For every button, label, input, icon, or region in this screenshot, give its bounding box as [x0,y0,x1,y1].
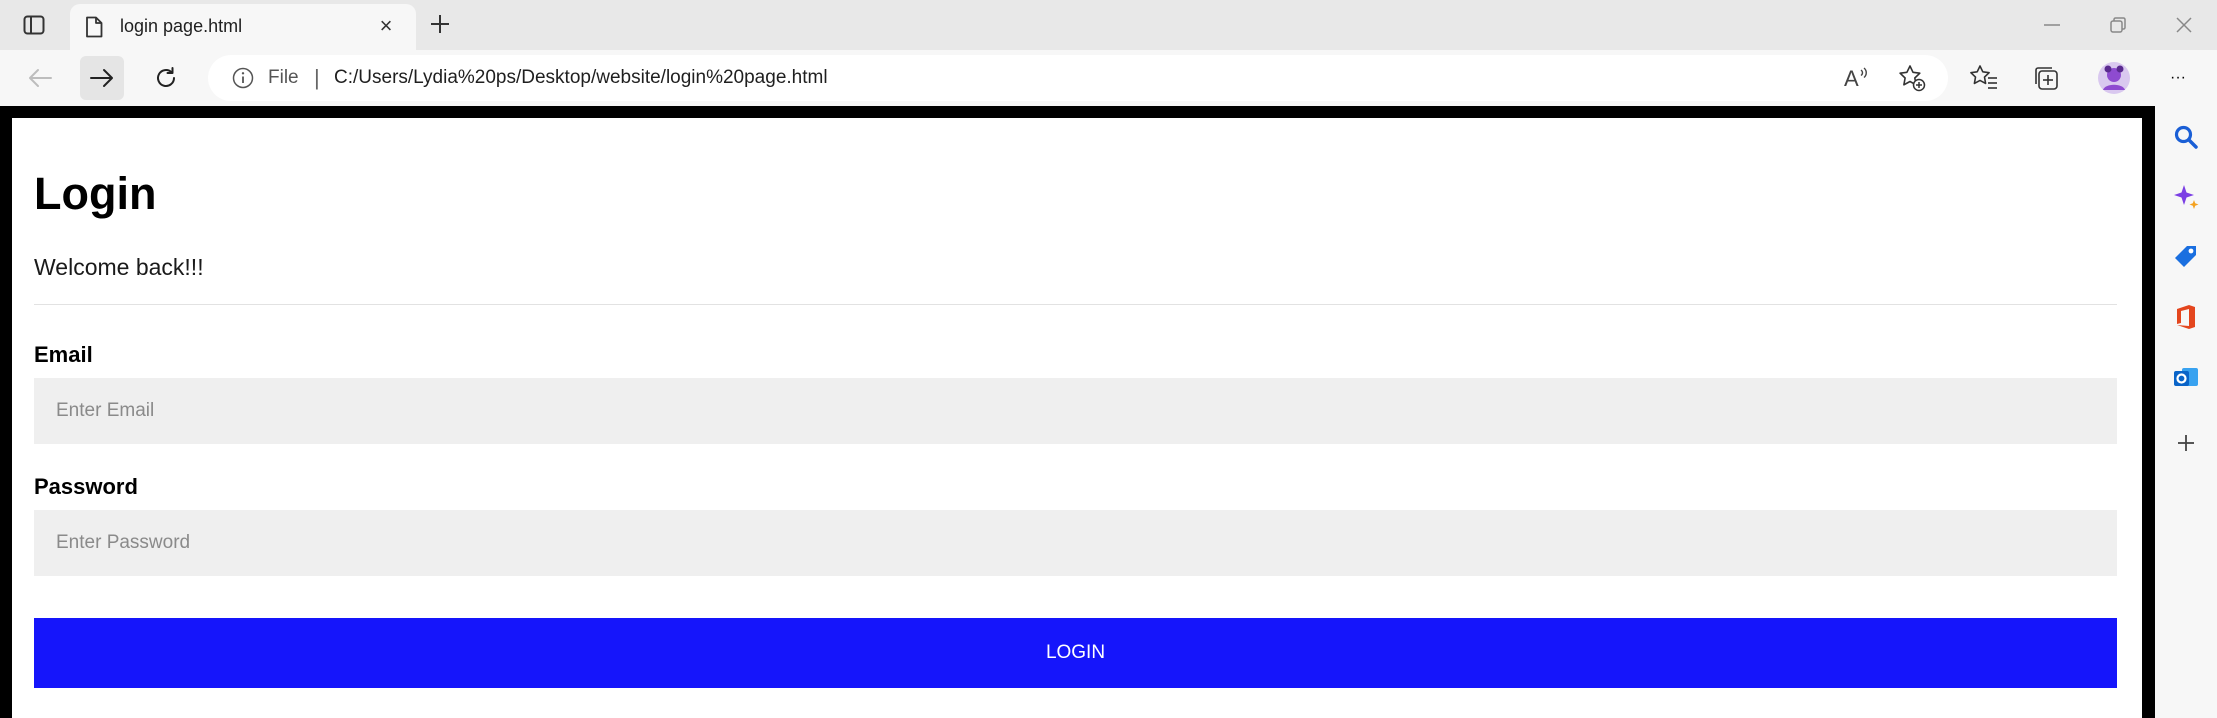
back-arrow-icon [29,69,52,87]
close-window-button[interactable] [2164,10,2204,40]
minimize-button[interactable] [2032,10,2072,40]
add-favorite-icon[interactable] [1896,62,1928,94]
restore-button[interactable] [2098,10,2138,40]
more-icon[interactable]: ··· [2162,62,2194,94]
password-field[interactable] [34,510,2117,576]
divider [34,304,2117,305]
close-icon [2176,17,2192,33]
copilot-icon[interactable] [2171,182,2201,212]
address-url[interactable]: C:/Users/Lydia%20ps/Desktop/website/logi… [334,67,828,89]
forward-arrow-icon [90,69,113,87]
email-field[interactable] [34,378,2117,444]
browser-tab[interactable]: login page.html × [70,4,416,50]
tab-title: login page.html [120,16,243,36]
profile-icon[interactable] [2096,60,2132,96]
collections-icon[interactable] [2030,62,2062,94]
add-icon[interactable] [2171,428,2201,458]
browser-toolbar: File | C:/Users/Lydia%20ps/Desktop/websi… [0,50,2217,106]
restore-icon [2110,17,2126,33]
search-icon[interactable] [2171,122,2201,152]
read-aloud-icon[interactable]: A [1840,62,1872,94]
favorites-icon[interactable] [1968,62,2000,94]
address-separator: | [314,65,320,90]
forward-button[interactable] [80,56,124,100]
shopping-icon[interactable] [2171,242,2201,272]
refresh-button[interactable] [144,56,188,100]
refresh-icon [157,67,175,87]
plus-icon [431,15,449,33]
new-tab-button[interactable] [424,8,456,40]
edge-sidebar [2155,106,2217,718]
minimize-icon [2044,24,2060,26]
email-label: Email [34,342,93,367]
tab-actions-icon[interactable] [16,10,52,40]
close-tab-icon[interactable]: × [374,14,398,38]
svg-text:A: A [1844,66,1859,91]
page-subtitle: Welcome back!!! [34,254,204,280]
back-button[interactable] [18,56,62,100]
browser-title-bar: login page.html × [0,0,2217,50]
login-page: Login Welcome back!!! Email Password LOG… [12,118,2142,718]
outlook-icon[interactable] [2171,362,2201,392]
password-label: Password [34,474,138,499]
office-icon[interactable] [2171,302,2201,332]
page-title: Login [34,168,157,219]
address-scheme-label: File [268,67,299,88]
page-icon [84,15,104,39]
info-icon[interactable] [232,67,254,89]
login-button[interactable]: LOGIN [34,618,2117,688]
address-bar[interactable]: File | C:/Users/Lydia%20ps/Desktop/websi… [208,55,1948,101]
viewport-frame: Login Welcome back!!! Email Password LOG… [0,106,2155,718]
